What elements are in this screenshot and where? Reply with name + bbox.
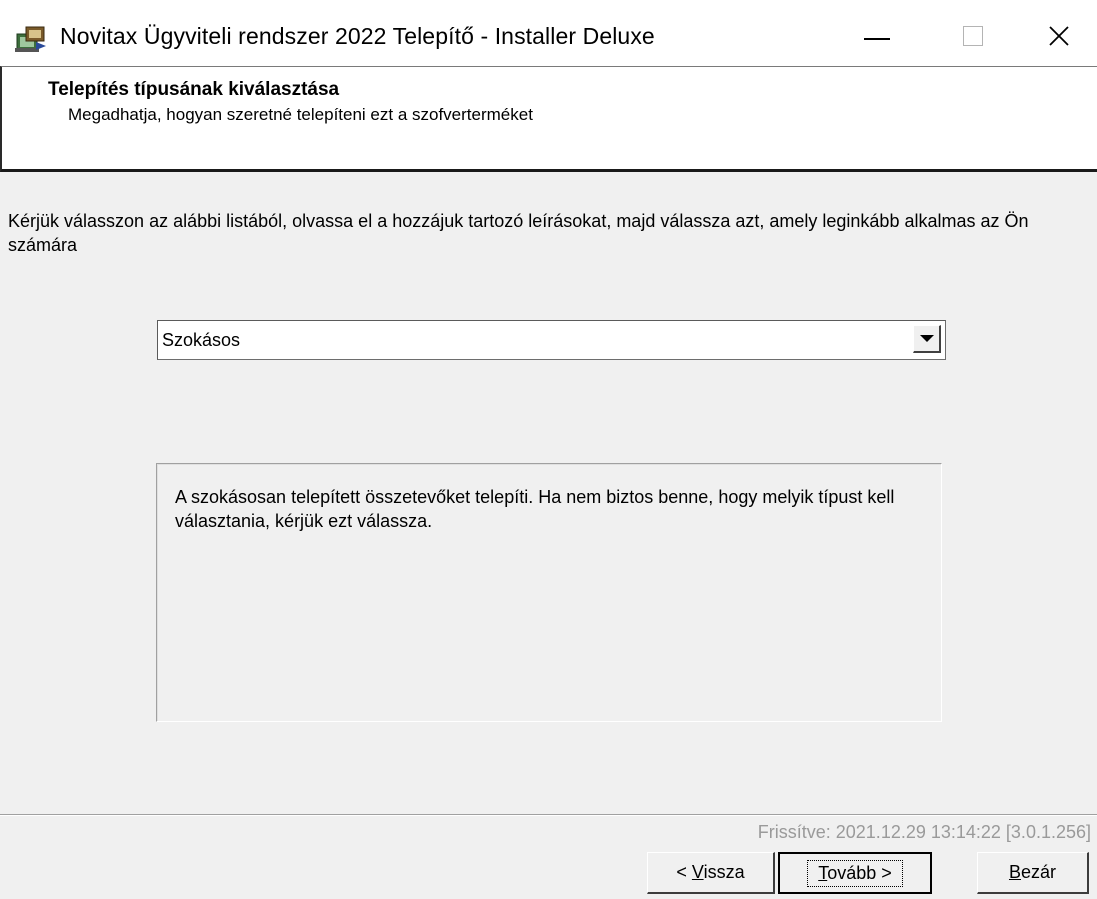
maximize-button[interactable] [936, 10, 1010, 62]
installer-icon [15, 26, 46, 52]
chevron-down-icon [919, 335, 934, 342]
next-button-label: Tovább > [807, 859, 903, 887]
description-panel: A szokásosan telepített összetevőket tel… [156, 463, 942, 722]
install-type-select[interactable]: Szokásos [157, 320, 946, 360]
close-icon [1049, 26, 1069, 46]
version-label: Frissítve: 2021.12.29 13:14:22 [3.0.1.25… [757, 822, 1091, 842]
minimize-button[interactable] [840, 10, 914, 62]
page-title: Telepítés típusának kiválasztása [48, 79, 340, 100]
close-button[interactable]: Bezár [977, 852, 1089, 894]
close-button-label: Bezár [1008, 862, 1057, 882]
window-title: Novitax Ügyviteli rendszer 2022 Telepítő… [60, 23, 655, 49]
description-text: A szokásosan telepített összetevőket tel… [175, 487, 895, 531]
dropdown-button[interactable] [913, 325, 941, 353]
back-button-label: < Vissza [676, 862, 745, 882]
page-subtitle: Megadhatja, hogyan szeretné telepíteni e… [68, 105, 533, 124]
footer-divider [0, 814, 1097, 816]
maximize-icon [963, 26, 983, 46]
instructions-text: Kérjük válasszon az alábbi listából, olv… [8, 211, 1029, 255]
close-window-button[interactable] [1022, 10, 1096, 62]
page-header: Telepítés típusának kiválasztása Megadha… [0, 66, 1097, 172]
back-button[interactable]: < Vissza [647, 852, 775, 894]
minimize-icon [864, 38, 890, 40]
next-button[interactable]: Tovább > [778, 852, 932, 894]
install-type-value: Szokásos [162, 330, 241, 350]
title-bar: Novitax Ügyviteli rendszer 2022 Telepítő… [0, 0, 1097, 67]
